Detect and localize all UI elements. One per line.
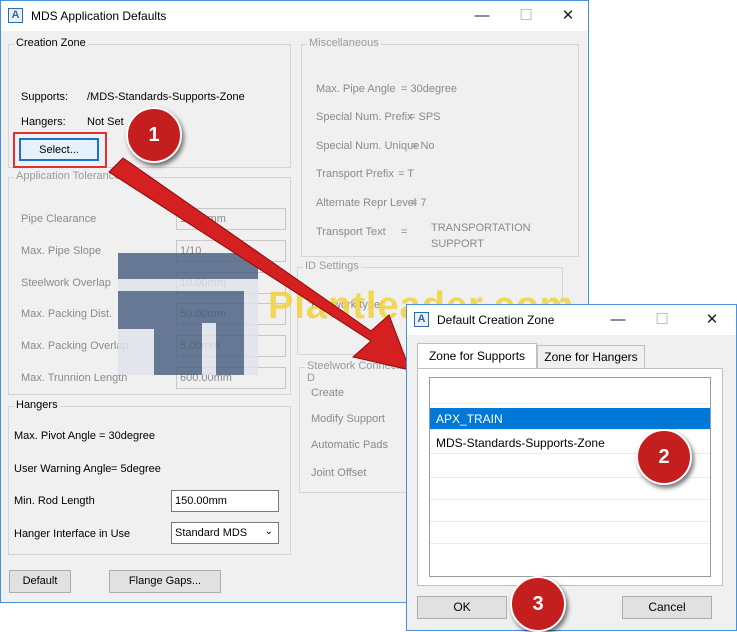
maximize-icon[interactable]: ☐ bbox=[639, 305, 685, 335]
app-logo-icon: A bbox=[414, 312, 429, 327]
callout-badge: 1 bbox=[126, 107, 182, 163]
close-icon[interactable]: ✕ bbox=[689, 305, 735, 335]
callout-badge: 3 bbox=[510, 576, 566, 632]
tab-zone-for-supports[interactable]: Zone for Supports bbox=[417, 343, 537, 369]
tab-zone-for-hangers[interactable]: Zone for Hangers bbox=[537, 345, 645, 369]
minimize-icon[interactable]: — bbox=[595, 305, 641, 335]
callout-badge: 2 bbox=[636, 429, 692, 485]
ok-button[interactable]: OK bbox=[417, 596, 507, 619]
zone-list-item[interactable] bbox=[430, 500, 710, 522]
zone-list-item-apx-train[interactable]: APX_TRAIN bbox=[430, 408, 710, 430]
dialog-title-bar[interactable]: A Default Creation Zone — ☐ ✕ bbox=[407, 305, 736, 335]
zone-list-item[interactable] bbox=[430, 382, 710, 404]
cancel-button[interactable]: Cancel bbox=[622, 596, 712, 619]
zone-list-item[interactable] bbox=[430, 522, 710, 544]
dialog-title: Default Creation Zone bbox=[437, 313, 555, 327]
